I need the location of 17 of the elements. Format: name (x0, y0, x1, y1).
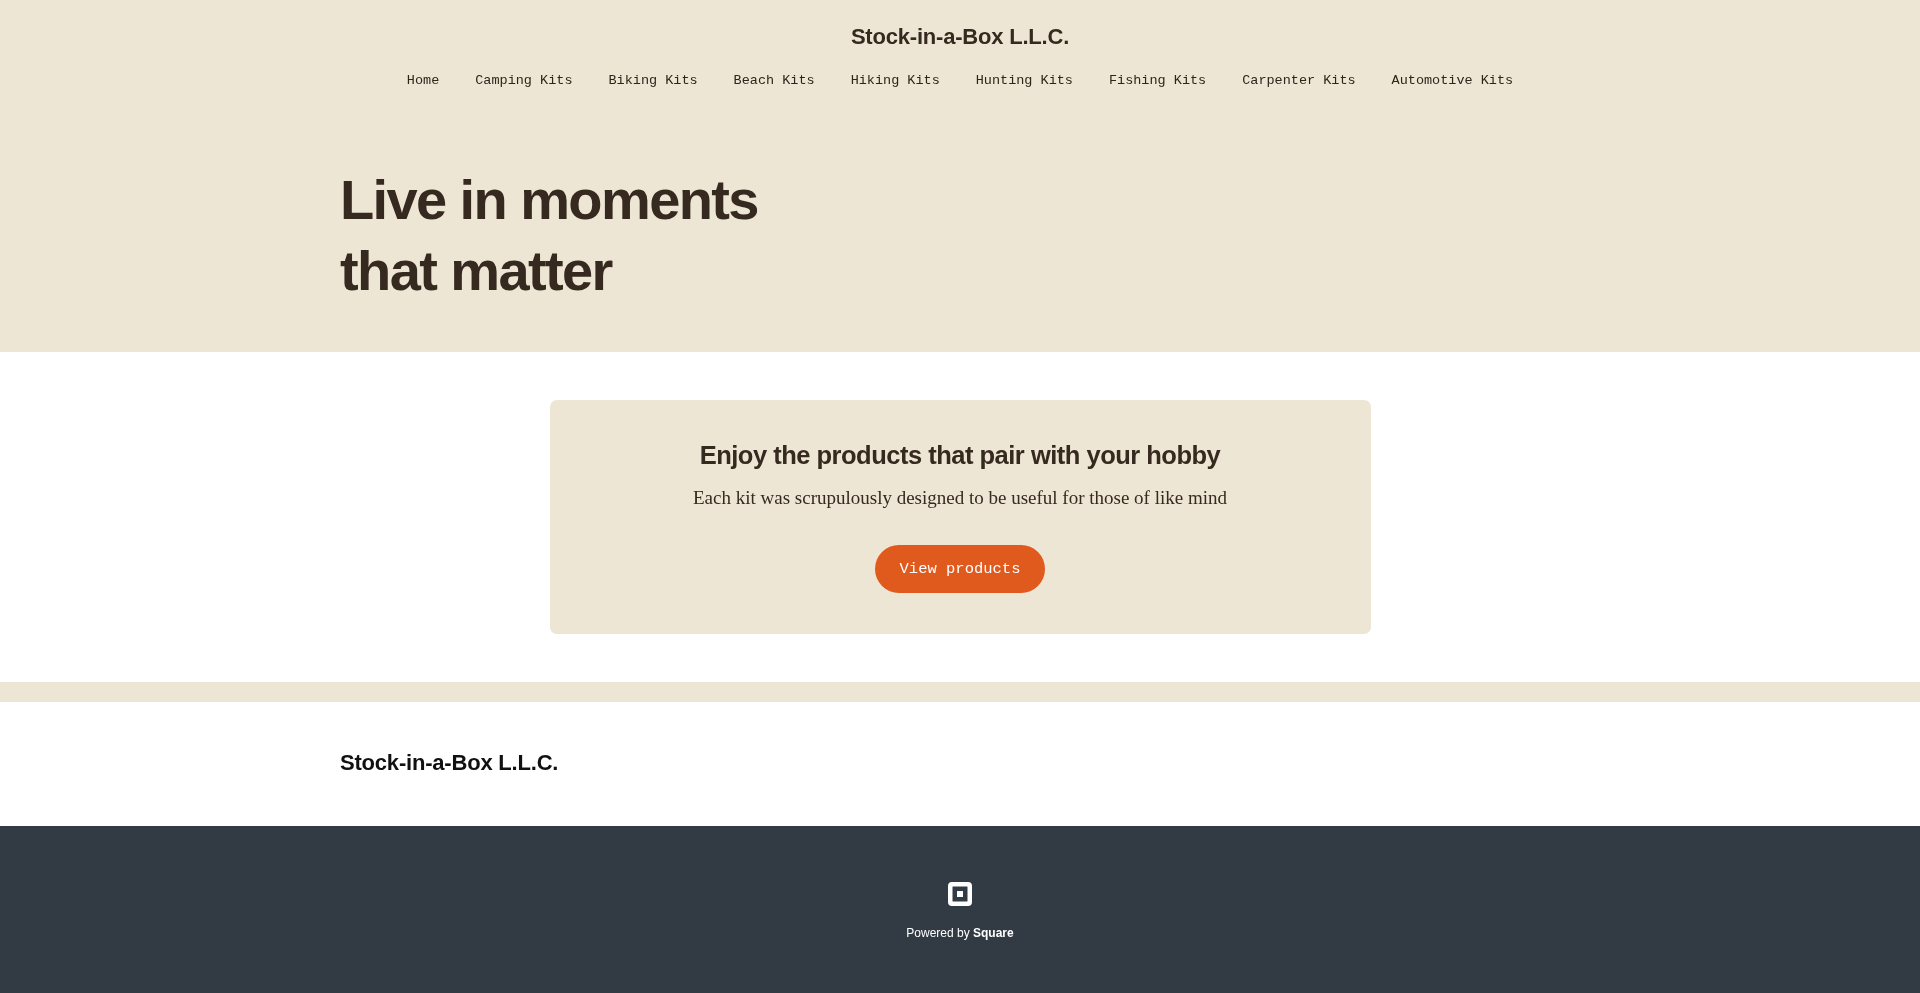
nav-link[interactable]: Hiking Kits (850, 72, 940, 90)
promo-text: Each kit was scrupulously designed to be useful for those of like mind (693, 486, 1227, 510)
nav-link[interactable]: Carpenter Kits (1242, 72, 1356, 90)
nav-link[interactable]: Hunting Kits (975, 72, 1073, 90)
view-products-button[interactable]: View products (875, 545, 1045, 593)
site-title-link[interactable]: Stock-in-a-Box L.L.C. (850, 24, 1070, 50)
powered-by-text: Powered by Square (906, 926, 1014, 941)
square-logo-icon[interactable] (948, 882, 972, 906)
nav-link[interactable]: Biking Kits (608, 72, 698, 90)
nav-link[interactable]: Fishing Kits (1108, 72, 1207, 90)
nav-link[interactable]: Home (406, 72, 440, 90)
promo-heading: Enjoy the products that pair with your hobby (699, 440, 1221, 471)
nav-link[interactable]: Beach Kits (733, 72, 815, 90)
nav-link[interactable]: Camping Kits (475, 72, 573, 90)
nav-link[interactable]: Automotive Kits (1391, 72, 1514, 90)
footer-brand-name: Stock-in-a-Box L.L.C. (340, 750, 559, 775)
hero-heading: Live in moments that matter (340, 167, 759, 304)
